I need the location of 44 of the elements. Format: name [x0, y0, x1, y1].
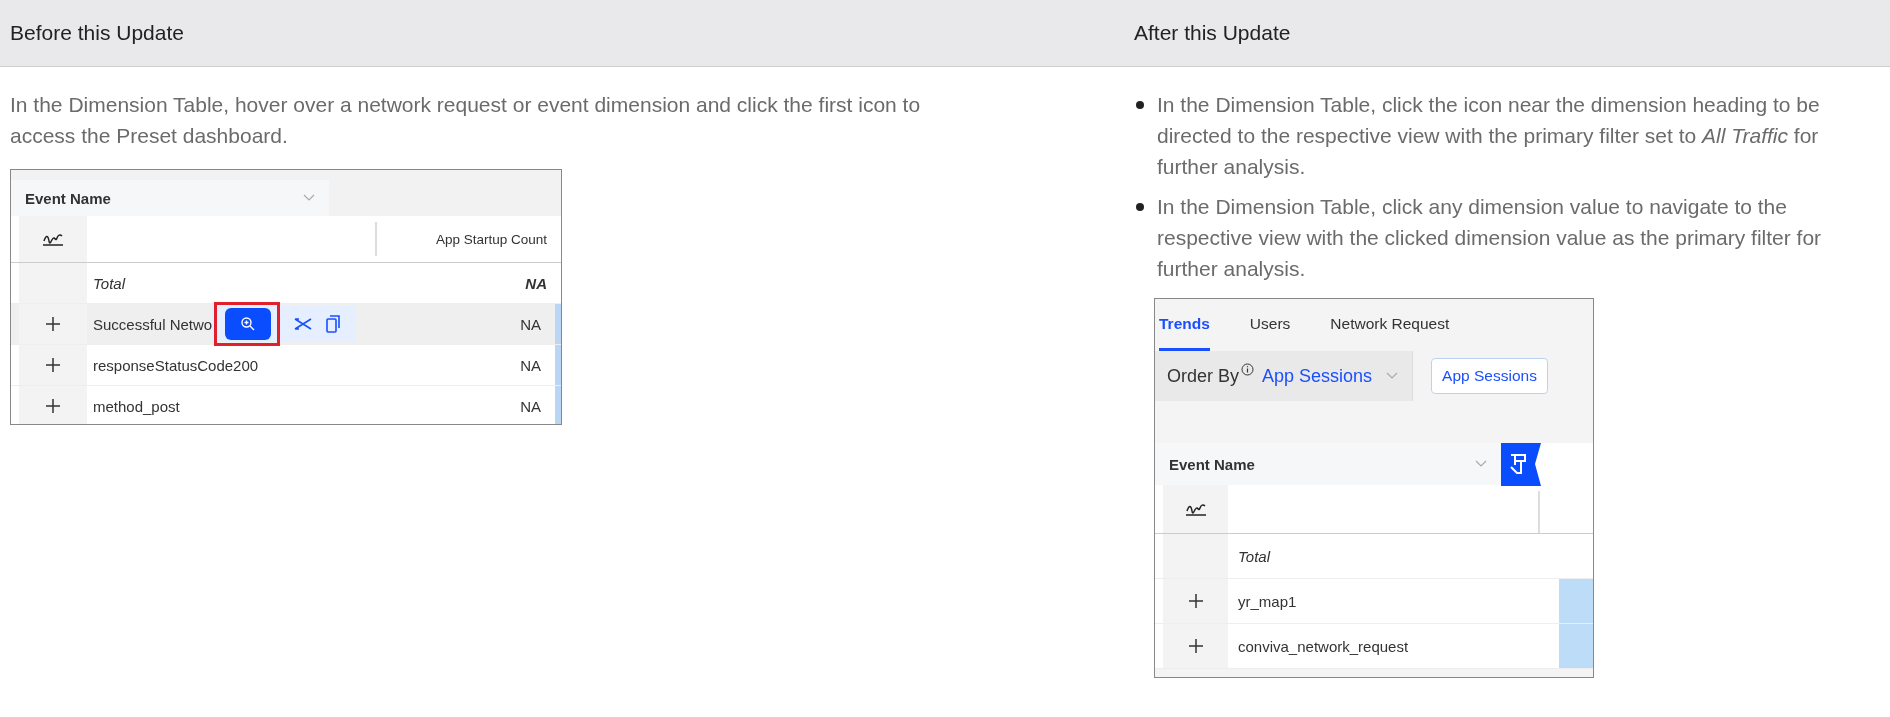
app-sessions-button[interactable]: App Sessions — [1431, 358, 1548, 394]
dimension-dropdown[interactable]: Event Name — [11, 180, 329, 216]
table-cell-text: Total — [1237, 546, 1272, 567]
table-cell[interactable]: yr_map1 — [1238, 592, 1297, 610]
pointer-hand-icon[interactable] — [1501, 443, 1541, 486]
table-cell[interactable]: Successful Netwo — [93, 315, 213, 333]
bullet-text: In the Dimension Table, click the icon near the dimension heading to be directed to the respective view with the primary filter set to All Traffic for further analysis. — [1157, 92, 1821, 180]
order-by-dropdown[interactable]: App Sessions — [1262, 365, 1399, 387]
chevron-down-icon — [1386, 372, 1399, 380]
bullet-icon — [1136, 101, 1144, 109]
chevron-down-icon — [303, 194, 315, 202]
bar-cell — [1559, 624, 1593, 668]
column-header: App Startup Count — [434, 230, 548, 249]
table-cell-text: NA — [519, 314, 542, 335]
zoom-in-icon — [240, 316, 257, 332]
scissors-icon[interactable] — [294, 317, 313, 331]
dimension-dropdown[interactable]: Event Name — [1155, 443, 1501, 485]
table-cell-text: Total — [92, 273, 127, 294]
table-cell-text: NA — [519, 355, 542, 376]
zoom-in-button[interactable] — [225, 308, 272, 340]
plus-icon[interactable] — [46, 399, 60, 413]
tab[interactable]: Users — [1249, 299, 1291, 351]
table-cell-text: NA — [524, 273, 548, 294]
plus-icon[interactable] — [46, 358, 60, 372]
tab[interactable]: Network Request — [1330, 299, 1450, 351]
plus-icon[interactable] — [1188, 594, 1203, 608]
info-icon — [1241, 362, 1255, 376]
order-by-label: Order By — [1167, 365, 1240, 387]
description-text: In the Dimension Table, hover over a network request or event dimension and click the first icon to access the Preset dashboard. — [10, 92, 922, 149]
bullet-text: In the Dimension Table, click any dimension value to navigate to the respective view with the clicked dimension value as the primary filter for further analysis. — [1157, 194, 1823, 282]
chevron-down-icon — [1475, 460, 1487, 468]
bullet-icon — [1136, 203, 1144, 211]
bar-cell — [1559, 579, 1593, 623]
table-cell[interactable]: conviva_network_request — [1238, 637, 1409, 655]
trend-chart-icon[interactable] — [42, 231, 64, 247]
column-heading: After this Update — [1133, 20, 1291, 46]
plus-icon[interactable] — [1188, 639, 1203, 653]
plus-icon[interactable] — [46, 317, 60, 331]
trend-chart-icon[interactable] — [1184, 501, 1207, 517]
table-cell[interactable]: responseStatusCode200 — [93, 356, 259, 374]
column-heading: Before this Update — [9, 20, 185, 46]
copy-icon[interactable] — [326, 315, 341, 333]
table-cell[interactable]: method_post — [93, 397, 180, 415]
table-cell-text: NA — [519, 396, 542, 417]
